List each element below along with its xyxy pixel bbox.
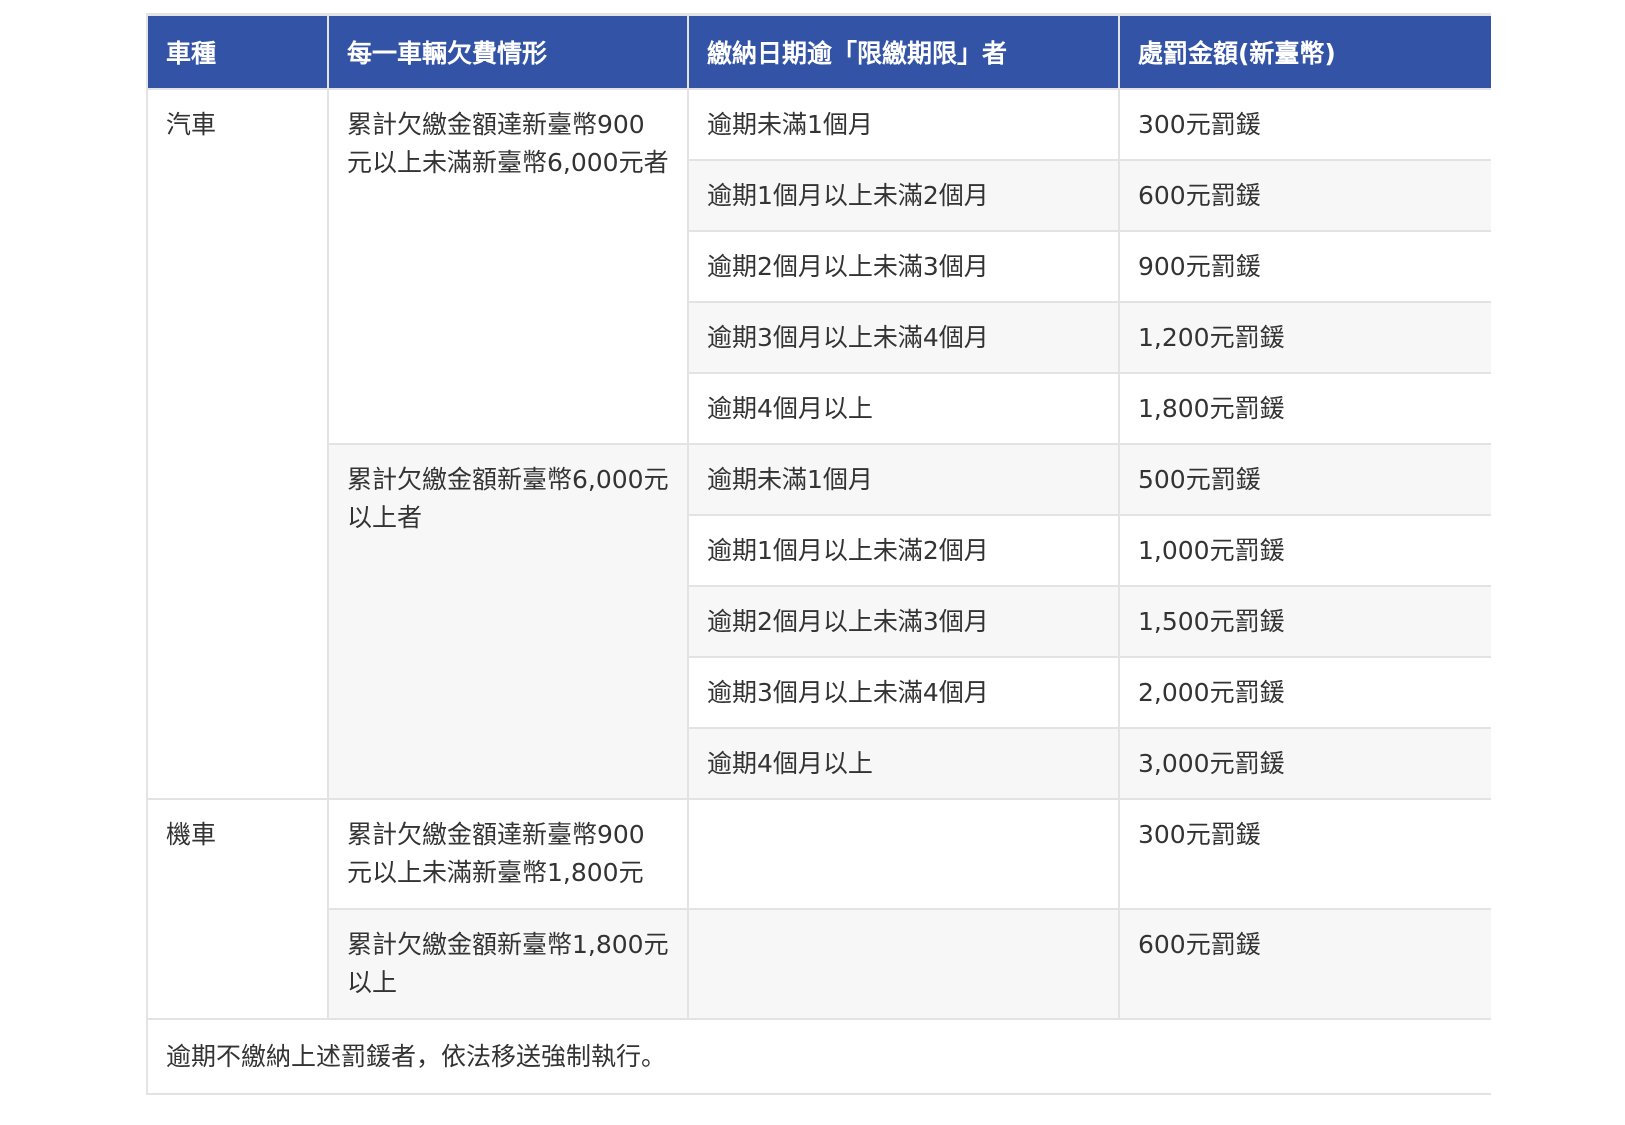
fine-amount: 600元罰鍰 <box>1118 159 1491 232</box>
overdue-period <box>687 798 1120 910</box>
header-overdue-period: 繳納日期逾「限繳期限」者 <box>687 13 1120 90</box>
overdue-period: 逾期3個月以上未滿4個月 <box>687 656 1120 729</box>
fine-amount: 3,000元罰鍰 <box>1118 727 1491 800</box>
arrears-condition: 累計欠繳金額新臺幣1,800元以上 <box>327 908 689 1020</box>
arrears-condition: 累計欠繳金額新臺幣6,000元以上者 <box>327 443 689 800</box>
overdue-period: 逾期未滿1個月 <box>687 88 1120 161</box>
table-row: 累計欠繳金額新臺幣1,800元以上 600元罰鍰 <box>147 908 1491 1020</box>
overdue-period: 逾期1個月以上未滿2個月 <box>687 514 1120 587</box>
fine-amount: 1,200元罰鍰 <box>1118 301 1491 374</box>
table-header-row: 車種 每一車輛欠費情形 繳納日期逾「限繳期限」者 處罰金額(新臺幣) <box>146 13 1491 90</box>
fine-amount: 500元罰鍰 <box>1118 443 1491 516</box>
fine-amount: 2,000元罰鍰 <box>1118 656 1491 729</box>
fine-amount: 1,800元罰鍰 <box>1118 372 1491 445</box>
overdue-period: 逾期2個月以上未滿3個月 <box>687 585 1120 658</box>
fine-amount: 1,500元罰鍰 <box>1118 585 1491 658</box>
table-row: 累計欠繳金額新臺幣6,000元以上者 逾期未滿1個月 500元罰鍰 <box>147 443 1491 800</box>
fine-amount: 300元罰鍰 <box>1118 798 1491 910</box>
overdue-period <box>687 908 1120 1020</box>
overdue-period: 逾期未滿1個月 <box>687 443 1120 516</box>
fine-amount: 600元罰鍰 <box>1118 908 1491 1020</box>
vehicle-type-car: 汽車 <box>146 88 329 800</box>
enforcement-note: 逾期不繳納上述罰鍰者，依法移送強制執行。 <box>146 1018 1491 1095</box>
header-arrears-condition: 每一車輛欠費情形 <box>327 13 689 90</box>
fine-table: 車種 每一車輛欠費情形 繳納日期逾「限繳期限」者 處罰金額(新臺幣) 汽車 累計… <box>146 13 1491 1095</box>
overdue-period: 逾期1個月以上未滿2個月 <box>687 159 1120 232</box>
fine-amount: 1,000元罰鍰 <box>1118 514 1491 587</box>
fine-amount: 300元罰鍰 <box>1118 88 1491 161</box>
table-note-row: 逾期不繳納上述罰鍰者，依法移送強制執行。 <box>146 1018 1491 1095</box>
vehicle-type-motorcycle: 機車 <box>146 798 329 1020</box>
table-row: 汽車 累計欠繳金額達新臺幣900元以上未滿新臺幣6,000元者 逾期未滿1個月 … <box>146 88 1491 800</box>
table-row: 機車 累計欠繳金額達新臺幣900元以上未滿新臺幣1,800元 300元罰鍰 <box>146 798 1491 1020</box>
arrears-condition: 累計欠繳金額達新臺幣900元以上未滿新臺幣6,000元者 <box>327 88 689 445</box>
fine-amount: 900元罰鍰 <box>1118 230 1491 303</box>
overdue-period: 逾期4個月以上 <box>687 727 1120 800</box>
overdue-period: 逾期3個月以上未滿4個月 <box>687 301 1120 374</box>
overdue-period: 逾期2個月以上未滿3個月 <box>687 230 1120 303</box>
overdue-period: 逾期4個月以上 <box>687 372 1120 445</box>
header-vehicle-type: 車種 <box>146 13 329 90</box>
header-fine-amount: 處罰金額(新臺幣) <box>1118 13 1491 90</box>
fine-table-container: 車種 每一車輛欠費情形 繳納日期逾「限繳期限」者 處罰金額(新臺幣) 汽車 累計… <box>146 13 1491 1095</box>
arrears-condition: 累計欠繳金額達新臺幣900元以上未滿新臺幣1,800元 <box>327 798 689 910</box>
